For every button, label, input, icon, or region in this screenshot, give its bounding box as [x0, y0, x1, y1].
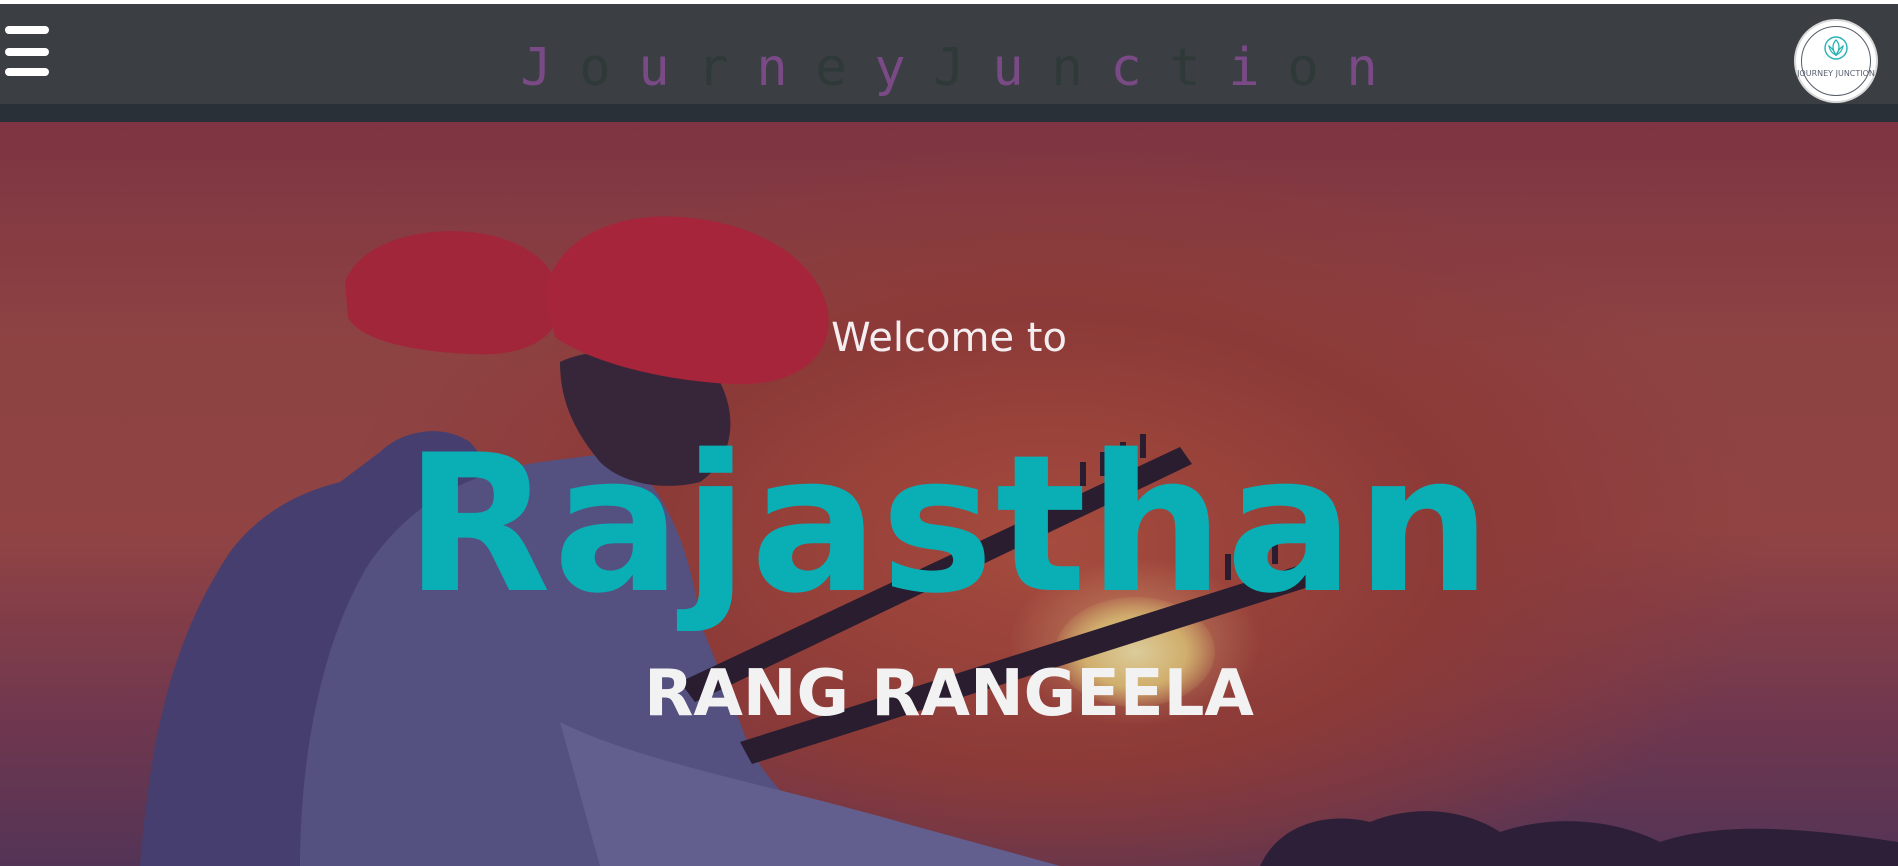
brand-letter: u — [992, 38, 1024, 98]
hero-subtitle: RANG RANGEELA — [644, 657, 1254, 731]
lotus-logo-icon — [1824, 36, 1848, 60]
brand-letter: i — [1228, 38, 1260, 98]
journey-junction-logo[interactable]: JOURNEY JUNCTION — [1796, 21, 1876, 101]
brand-letter: J — [520, 38, 552, 98]
brand-letter: o — [579, 38, 611, 98]
brand-letter: o — [1287, 38, 1319, 98]
brand-letter: t — [1169, 38, 1201, 98]
brand-letter: r — [697, 38, 729, 98]
page: JourneyJunction JOURNEY JUNCTION Welcome… — [0, 0, 1898, 866]
brand-letter: n — [1346, 38, 1378, 98]
welcome-text: Welcome to — [831, 315, 1067, 361]
header-bottom-strip — [0, 104, 1898, 122]
hero-banner: Welcome to Rajasthan RANG RANGEELA — [0, 122, 1898, 866]
brand-letter: u — [638, 38, 670, 98]
top-navigation-bar: JourneyJunction JOURNEY JUNCTION — [0, 4, 1898, 104]
brand-letter: J — [933, 38, 965, 98]
hero-title: Rajasthan — [404, 414, 1494, 635]
brand-letter: e — [815, 38, 847, 98]
brand-wordmark[interactable]: JourneyJunction — [0, 32, 1898, 104]
brand-letter: n — [756, 38, 788, 98]
brand-letter: y — [874, 38, 906, 98]
brand-letter: c — [1110, 38, 1142, 98]
brand-letter: n — [1051, 38, 1083, 98]
logo-text: JOURNEY JUNCTION — [1797, 69, 1875, 78]
